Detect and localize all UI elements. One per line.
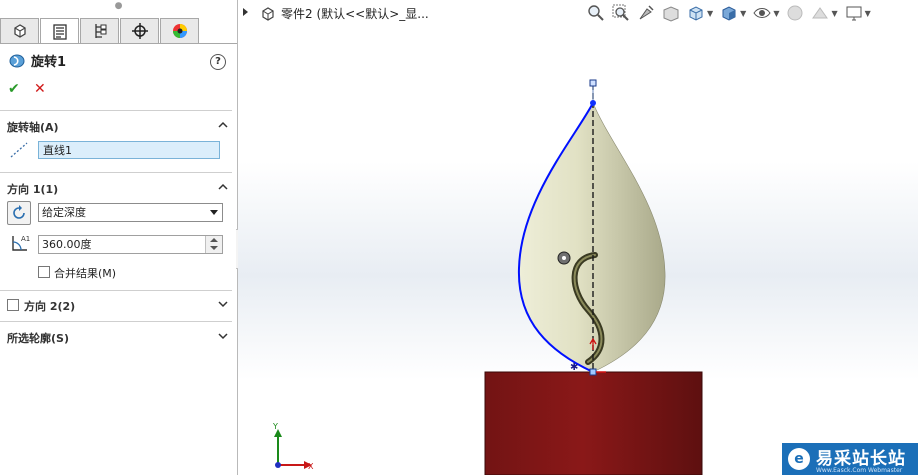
watermark: e 易采站长站 Www.Easck.Com Webmaster — [782, 443, 918, 475]
section-divider — [0, 290, 232, 291]
help-icon[interactable]: ? — [210, 54, 226, 70]
zoom-to-area-icon — [612, 4, 629, 21]
view-settings-dropdown-icon[interactable]: ▼ — [865, 9, 871, 18]
property-manager: ● 旋转1 ? ✔ ✕ 旋转轴(A) 直线1 方向 1(1) 给定深度 A1 3… — [0, 0, 238, 475]
ok-button[interactable]: ✔ — [8, 81, 20, 97]
end-condition-select[interactable]: 给定深度 — [38, 203, 223, 222]
hide-show-items-icon — [753, 8, 771, 18]
spin-down-icon[interactable] — [210, 246, 218, 250]
watermark-text: 易采站长站 — [816, 449, 906, 469]
profile-endpoint[interactable] — [590, 100, 596, 106]
angle-value: 360.00度 — [42, 238, 92, 251]
watermark-logo: e — [788, 448, 810, 470]
property-manager-icon — [52, 23, 67, 40]
base-block[interactable] — [484, 371, 703, 475]
revolve-feature-icon — [9, 54, 25, 67]
selected-contours-section-title[interactable]: 所选轮廓(S) — [7, 330, 69, 346]
tab-divider — [0, 43, 237, 44]
flyout-feature-tree[interactable]: 零件2 (默认<<默认>_显... — [260, 5, 429, 22]
feature-title-text: 旋转1 — [31, 55, 67, 70]
coordinate-triad: Y X — [272, 422, 314, 471]
section-divider — [0, 321, 232, 322]
manager-tabs — [0, 18, 200, 44]
graphics-viewport[interactable]: ✱ Y X 零件2 (默认<<默认>_显... ▼ ▼ ▼ ▼ ▼ e 易采站长… — [238, 0, 918, 475]
axis-endpoint-handle[interactable] — [589, 79, 597, 87]
dimxpert-icon — [131, 23, 148, 39]
angle-spinner[interactable] — [205, 236, 222, 253]
section-divider — [0, 172, 232, 173]
merge-result-label: 合并结果(M) — [54, 267, 117, 280]
model-scene: ✱ Y X — [272, 79, 703, 475]
tab-feature-manager[interactable] — [0, 18, 39, 43]
apply-scene-icon — [812, 7, 829, 19]
tab-property-manager[interactable] — [40, 18, 79, 44]
axis-line-icon — [10, 142, 28, 158]
axis-section-title[interactable]: 旋转轴(A) — [7, 119, 59, 135]
previous-view-button[interactable] — [636, 3, 656, 23]
chevron-up-icon[interactable] — [218, 120, 228, 130]
display-style-icon — [722, 6, 736, 21]
zoom-to-fit-icon — [588, 5, 604, 21]
zoom-to-area-button[interactable] — [611, 3, 631, 23]
edit-appearance-button[interactable] — [785, 3, 805, 23]
feature-title: 旋转1 — [8, 51, 66, 70]
feature-callout-icon-center — [562, 256, 566, 260]
angle-icon: A1 — [12, 235, 30, 251]
heads-up-toolbar: ▼ ▼ ▼ ▼ ▼ — [586, 2, 877, 24]
chevron-up-icon[interactable] — [218, 182, 228, 192]
end-condition-value: 给定深度 — [42, 206, 86, 219]
section-view-button[interactable] — [661, 3, 681, 23]
view-orientation-button[interactable] — [686, 3, 706, 23]
display-style-dropdown-icon[interactable]: ▼ — [740, 9, 746, 18]
feature-tree-expand-arrow[interactable] — [243, 8, 248, 16]
tab-dimxpert-manager[interactable] — [120, 18, 159, 43]
reverse-direction-icon — [13, 205, 25, 219]
revolved-body[interactable] — [518, 102, 666, 373]
cancel-button[interactable]: ✕ — [34, 81, 46, 97]
apply-scene-dropdown-icon[interactable]: ▼ — [831, 9, 837, 18]
sketch-marker: ✱ — [570, 362, 578, 373]
reverse-direction-button[interactable] — [7, 201, 31, 225]
display-style-button[interactable] — [719, 3, 739, 23]
section-divider — [0, 110, 232, 111]
configuration-manager-icon — [94, 24, 106, 38]
triad-x-label: X — [308, 462, 314, 471]
dropdown-arrow-icon — [210, 210, 218, 215]
watermark-subtext: Www.Easck.Com Webmaster — [816, 467, 903, 474]
part-icon — [262, 6, 274, 21]
feature-manager-icon — [13, 24, 26, 38]
axis-selection-field[interactable]: 直线1 — [38, 141, 220, 159]
chevron-down-icon[interactable] — [218, 299, 228, 309]
tab-configuration-manager[interactable] — [80, 18, 119, 43]
tab-display-manager[interactable] — [160, 18, 199, 43]
merge-result-checkbox[interactable] — [38, 266, 50, 278]
panel-grip[interactable]: ● — [0, 0, 237, 12]
view-orientation-icon — [689, 6, 703, 21]
apply-scene-button[interactable] — [810, 3, 830, 23]
direction1-section-title[interactable]: 方向 1(1) — [7, 181, 58, 197]
direction2-section-title[interactable]: 方向 2(2) — [24, 298, 75, 314]
zoom-to-fit-button[interactable] — [586, 3, 606, 23]
previous-view-icon — [639, 5, 654, 20]
view-orientation-dropdown-icon[interactable]: ▼ — [707, 9, 713, 18]
triad-y-label: Y — [272, 422, 278, 431]
display-manager-icon — [172, 24, 187, 38]
chevron-down-icon[interactable] — [218, 331, 228, 341]
edit-appearance-icon — [787, 5, 803, 21]
view-settings-button[interactable] — [844, 3, 864, 23]
angle-input[interactable]: 360.00度 — [38, 235, 223, 254]
svg-text:A1: A1 — [21, 235, 30, 243]
spin-up-icon[interactable] — [210, 238, 218, 242]
hide-show-items-button[interactable] — [752, 3, 772, 23]
section-view-icon — [663, 6, 679, 22]
part-name: 零件2 (默认<<默认>_显... — [281, 7, 429, 21]
view-settings-icon — [846, 6, 862, 21]
hide-show-dropdown-icon[interactable]: ▼ — [773, 9, 779, 18]
direction2-checkbox[interactable] — [7, 299, 19, 311]
profile-origin-handle[interactable] — [589, 368, 597, 376]
